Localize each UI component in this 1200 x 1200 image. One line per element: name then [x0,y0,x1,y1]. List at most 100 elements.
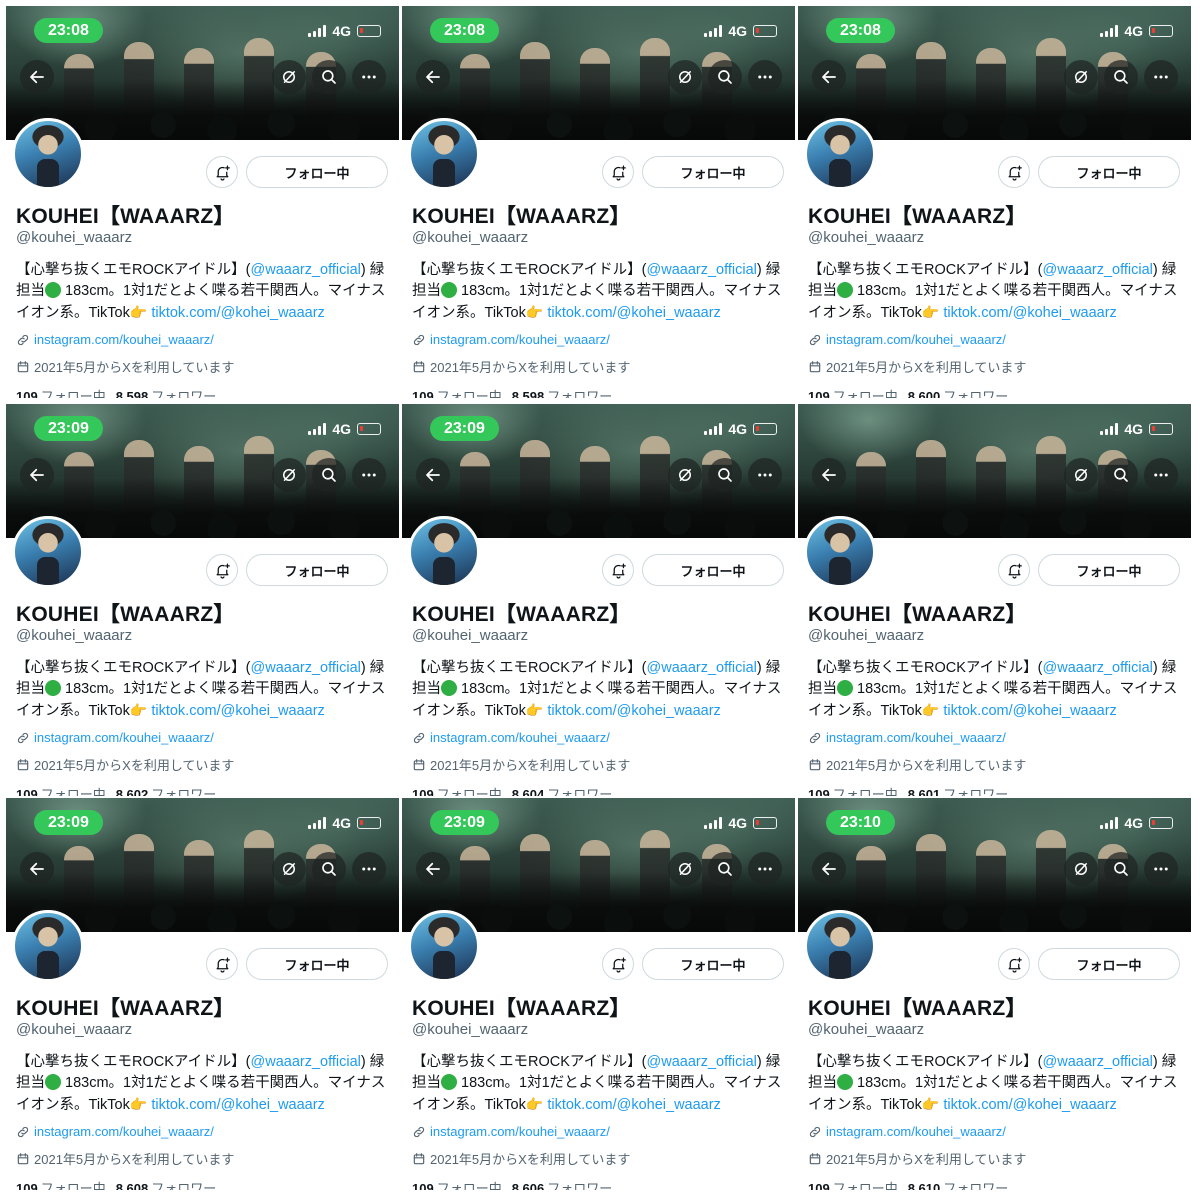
more-button[interactable] [352,852,386,886]
notification-button[interactable] [206,156,238,188]
website-link[interactable]: instagram.com/kouhei_waaarz/ [34,1124,214,1139]
tiktok-link[interactable]: tiktok.com/@kohei_waaarz [547,305,720,321]
following-button[interactable]: フォロー中 [246,156,388,188]
mention-link[interactable]: @waaarz_official [251,660,361,676]
mention-link[interactable]: @waaarz_official [251,1054,361,1070]
search-button[interactable] [1104,458,1138,492]
following-stat[interactable]: 109 フォロー中 [808,386,898,398]
website-link[interactable]: instagram.com/kouhei_waaarz/ [430,1124,610,1139]
followers-stat[interactable]: 8,606 フォロワー [512,1178,613,1190]
more-button[interactable] [748,60,782,94]
website-link[interactable]: instagram.com/kouhei_waaarz/ [826,730,1006,745]
back-button[interactable] [416,60,450,94]
following-button[interactable]: フォロー中 [246,554,388,586]
grok-button[interactable] [1064,60,1098,94]
avatar[interactable] [804,516,876,588]
tiktok-link[interactable]: tiktok.com/@kohei_waaarz [943,1097,1116,1113]
search-button[interactable] [708,458,742,492]
followers-stat[interactable]: 8,598 フォロワー [116,386,217,398]
tiktok-link[interactable]: tiktok.com/@kohei_waaarz [943,703,1116,719]
following-button[interactable]: フォロー中 [1038,948,1180,980]
following-stat[interactable]: 109 フォロー中 [412,784,502,796]
followers-stat[interactable]: 8,598 フォロワー [512,386,613,398]
website-link[interactable]: instagram.com/kouhei_waaarz/ [430,730,610,745]
avatar[interactable] [12,516,84,588]
following-stat[interactable]: 109 フォロー中 [16,386,106,398]
website-link[interactable]: instagram.com/kouhei_waaarz/ [826,332,1006,347]
avatar[interactable] [804,118,876,190]
notification-button[interactable] [998,156,1030,188]
more-button[interactable] [352,60,386,94]
back-button[interactable] [20,60,54,94]
website-link[interactable]: instagram.com/kouhei_waaarz/ [34,730,214,745]
more-button[interactable] [1144,852,1178,886]
followers-stat[interactable]: 8,600 フォロワー [908,386,1009,398]
back-button[interactable] [416,852,450,886]
tiktok-link[interactable]: tiktok.com/@kohei_waaarz [151,703,324,719]
following-button[interactable]: フォロー中 [1038,156,1180,188]
avatar[interactable] [408,516,480,588]
following-button[interactable]: フォロー中 [642,948,784,980]
notification-button[interactable] [602,156,634,188]
more-button[interactable] [1144,60,1178,94]
following-stat[interactable]: 109 フォロー中 [412,386,502,398]
followers-stat[interactable]: 8,601 フォロワー [908,784,1009,796]
more-button[interactable] [748,458,782,492]
avatar[interactable] [408,118,480,190]
back-button[interactable] [416,458,450,492]
more-button[interactable] [1144,458,1178,492]
tiktok-link[interactable]: tiktok.com/@kohei_waaarz [151,305,324,321]
notification-button[interactable] [206,948,238,980]
notification-button[interactable] [602,554,634,586]
mention-link[interactable]: @waaarz_official [647,1054,757,1070]
grok-button[interactable] [1064,458,1098,492]
grok-button[interactable] [272,458,306,492]
following-button[interactable]: フォロー中 [1038,554,1180,586]
search-button[interactable] [312,458,346,492]
back-button[interactable] [20,852,54,886]
mention-link[interactable]: @waaarz_official [1043,262,1153,278]
mention-link[interactable]: @waaarz_official [251,262,361,278]
following-stat[interactable]: 109 フォロー中 [16,1178,106,1190]
avatar[interactable] [804,910,876,982]
avatar[interactable] [408,910,480,982]
mention-link[interactable]: @waaarz_official [1043,660,1153,676]
following-button[interactable]: フォロー中 [642,156,784,188]
notification-button[interactable] [602,948,634,980]
back-button[interactable] [20,458,54,492]
avatar[interactable] [12,118,84,190]
following-stat[interactable]: 109 フォロー中 [808,1178,898,1190]
search-button[interactable] [708,852,742,886]
grok-button[interactable] [272,60,306,94]
search-button[interactable] [1104,60,1138,94]
mention-link[interactable]: @waaarz_official [647,660,757,676]
back-button[interactable] [812,60,846,94]
tiktok-link[interactable]: tiktok.com/@kohei_waaarz [151,1097,324,1113]
website-link[interactable]: instagram.com/kouhei_waaarz/ [34,332,214,347]
followers-stat[interactable]: 8,610 フォロワー [908,1178,1009,1190]
search-button[interactable] [708,60,742,94]
tiktok-link[interactable]: tiktok.com/@kohei_waaarz [547,703,720,719]
following-button[interactable]: フォロー中 [642,554,784,586]
mention-link[interactable]: @waaarz_official [647,262,757,278]
grok-button[interactable] [668,852,702,886]
following-button[interactable]: フォロー中 [246,948,388,980]
tiktok-link[interactable]: tiktok.com/@kohei_waaarz [547,1097,720,1113]
back-button[interactable] [812,458,846,492]
search-button[interactable] [312,60,346,94]
website-link[interactable]: instagram.com/kouhei_waaarz/ [430,332,610,347]
grok-button[interactable] [668,60,702,94]
following-stat[interactable]: 109 フォロー中 [16,784,106,796]
followers-stat[interactable]: 8,608 フォロワー [116,1178,217,1190]
notification-button[interactable] [998,948,1030,980]
more-button[interactable] [352,458,386,492]
grok-button[interactable] [1064,852,1098,886]
website-link[interactable]: instagram.com/kouhei_waaarz/ [826,1124,1006,1139]
back-button[interactable] [812,852,846,886]
grok-button[interactable] [272,852,306,886]
notification-button[interactable] [206,554,238,586]
following-stat[interactable]: 109 フォロー中 [412,1178,502,1190]
followers-stat[interactable]: 8,604 フォロワー [512,784,613,796]
tiktok-link[interactable]: tiktok.com/@kohei_waaarz [943,305,1116,321]
following-stat[interactable]: 109 フォロー中 [808,784,898,796]
